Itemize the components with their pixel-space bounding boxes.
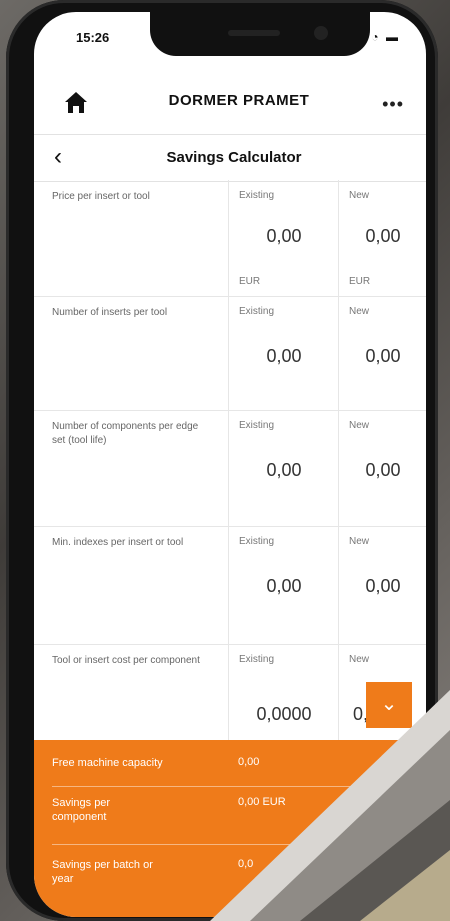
page-title: Savings Calculator	[166, 149, 302, 166]
result-row: Savings per batch or year 0,0	[52, 858, 412, 906]
brand-logo: DORMER PRAMET	[168, 92, 310, 109]
speaker	[228, 30, 280, 36]
phone-frame: 15:26 ▪▪ ◔ ▬ DORMER PRAMET ••• ‹ Savings…	[6, 0, 438, 921]
table-row: Number of inserts per tool Existing 0,00…	[34, 296, 426, 411]
existing-header: Existing	[239, 306, 275, 317]
new-header: New	[349, 306, 370, 317]
app-header: DORMER PRAMET •••	[34, 78, 426, 132]
calculator-table: Price per insert or tool Existing 0,00 E…	[34, 180, 426, 740]
new-header: New	[349, 420, 370, 431]
existing-header: Existing	[239, 536, 275, 547]
more-icon[interactable]: •••	[382, 94, 404, 115]
existing-column[interactable]: Existing 0,00	[228, 296, 339, 410]
result-value: 0,0	[238, 858, 254, 870]
new-column[interactable]: New 0,00	[338, 526, 426, 644]
new-column[interactable]: New 0,00	[338, 410, 426, 526]
result-label: Savings per batch or year	[52, 859, 153, 885]
notch	[150, 12, 370, 56]
existing-value[interactable]: 0,00	[229, 576, 339, 597]
existing-header: Existing	[239, 190, 275, 201]
existing-value[interactable]: 0,00	[229, 346, 339, 367]
new-header: New	[349, 536, 370, 547]
result-label: Free machine capacity	[52, 757, 163, 769]
row-label: Tool or insert cost per component	[52, 655, 200, 666]
table-row: Number of components per edge set (tool …	[34, 410, 426, 527]
result-label: Savings per component	[52, 797, 111, 823]
existing-unit: EUR	[239, 276, 261, 287]
result-row: Savings per component 0,00 EUR	[52, 796, 412, 845]
new-column[interactable]: New 0,00 EUR	[338, 180, 426, 296]
existing-column[interactable]: Existing 0,00	[228, 410, 339, 526]
table-row: Price per insert or tool Existing 0,00 E…	[34, 180, 426, 297]
existing-value[interactable]: 0,00	[229, 226, 339, 247]
new-header: New	[349, 654, 370, 665]
new-value[interactable]: 0,00	[339, 346, 426, 367]
existing-value[interactable]: 0,0000	[229, 704, 339, 725]
home-icon[interactable]	[62, 88, 90, 116]
results-panel: Free machine capacity 0,00 Savings per c…	[34, 740, 426, 917]
row-label: Number of components per edge set (tool …	[52, 421, 199, 446]
new-column[interactable]: New 0,00	[338, 296, 426, 410]
status-time: 15:26	[76, 30, 110, 45]
existing-column[interactable]: Existing 0,00 EUR	[228, 180, 339, 296]
row-label: Price per insert or tool	[52, 191, 150, 202]
row-label: Min. indexes per insert or tool	[52, 537, 184, 548]
app-screen: 15:26 ▪▪ ◔ ▬ DORMER PRAMET ••• ‹ Savings…	[34, 12, 426, 917]
new-header: New	[349, 190, 370, 201]
new-value[interactable]: 0,00	[339, 576, 426, 597]
existing-value[interactable]: 0,00	[229, 460, 339, 481]
existing-header: Existing	[239, 420, 275, 431]
result-value: 0,00	[238, 756, 260, 768]
existing-header: Existing	[239, 654, 275, 665]
new-value[interactable]: 0,00	[339, 460, 426, 481]
existing-column[interactable]: Existing 0,00	[228, 526, 339, 644]
title-bar: ‹ Savings Calculator	[34, 134, 426, 182]
new-unit: EUR	[349, 276, 371, 287]
camera	[314, 26, 328, 40]
chevron-down-icon[interactable]: ⌄	[366, 682, 412, 728]
row-label: Number of inserts per tool	[52, 307, 168, 318]
result-row: Free machine capacity 0,00	[52, 756, 412, 787]
existing-column[interactable]: Existing 0,0000	[228, 644, 339, 740]
new-value[interactable]: 0,00	[339, 226, 426, 247]
table-row: Min. indexes per insert or tool Existing…	[34, 526, 426, 645]
back-icon[interactable]: ‹	[54, 143, 62, 171]
result-value: 0,00 EUR	[238, 796, 286, 808]
